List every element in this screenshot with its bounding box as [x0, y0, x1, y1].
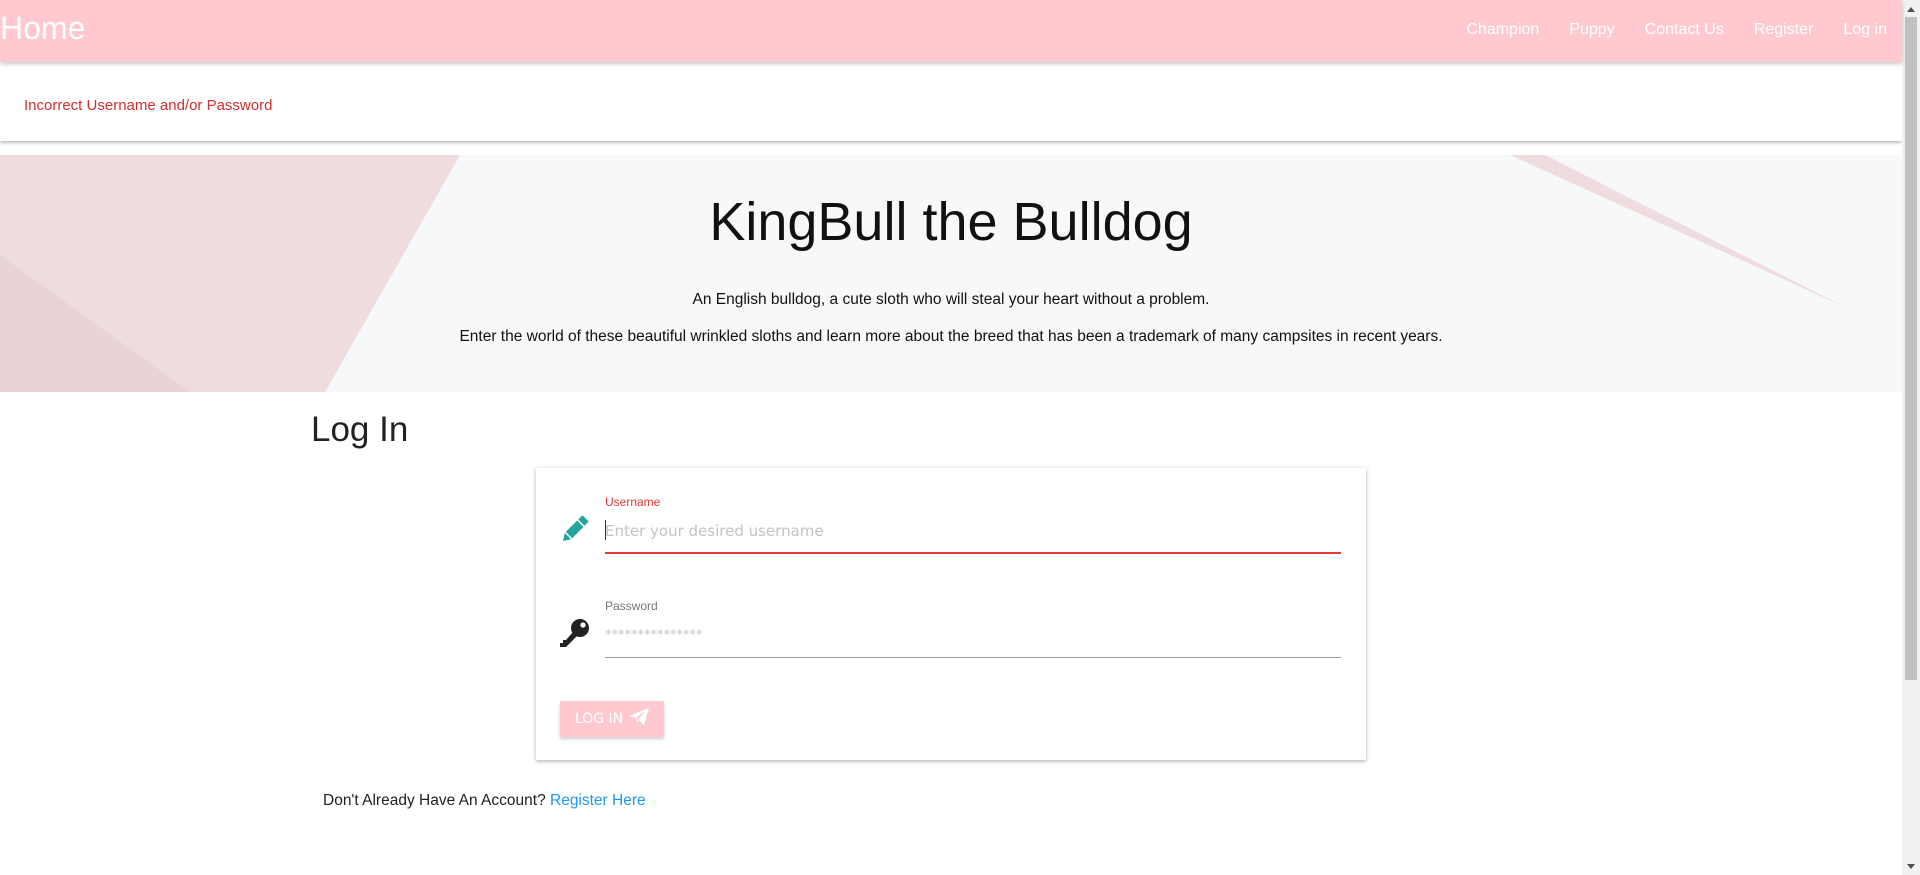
username-label: Username	[605, 495, 661, 509]
scroll-up-arrow-icon[interactable]	[1902, 0, 1920, 17]
register-prompt: Don't Already Have An Account?	[323, 792, 546, 809]
key-icon	[558, 616, 592, 655]
scroll-down-arrow-icon[interactable]	[1902, 858, 1920, 875]
nav-link-register[interactable]: Register	[1739, 0, 1829, 62]
login-form: Username Password Log in	[536, 468, 1366, 760]
username-underline	[605, 552, 1341, 554]
password-input[interactable]	[605, 622, 1341, 648]
pencil-icon	[558, 512, 592, 551]
login-button[interactable]: Log in	[560, 701, 664, 737]
nav-link-contact-us[interactable]: Contact Us	[1630, 0, 1739, 62]
hero-description: Enter the world of these beautiful wrink…	[459, 328, 1443, 345]
register-here-link[interactable]: Register Here	[550, 792, 646, 809]
login-title: Log In	[311, 410, 409, 449]
paper-plane-icon	[629, 708, 650, 730]
home-link[interactable]: Home	[0, 10, 85, 47]
login-button-label: Log in	[574, 711, 624, 727]
top-navbar: Home Champion Puppy Contact Us Register …	[0, 0, 1902, 62]
page: Home Champion Puppy Contact Us Register …	[0, 0, 1920, 875]
nav-link-puppy[interactable]: Puppy	[1554, 0, 1629, 62]
nav-links: Champion Puppy Contact Us Register Log i…	[1451, 0, 1902, 62]
nav-link-log-in[interactable]: Log in	[1828, 0, 1902, 62]
nav-link-champion[interactable]: Champion	[1451, 0, 1554, 62]
hero-banner: KingBull the Bulldog An English bulldog,…	[0, 155, 1902, 392]
hero-subtitle: An English bulldog, a cute sloth who wil…	[692, 291, 1210, 308]
error-message: Incorrect Username and/or Password	[24, 97, 273, 114]
password-underline	[605, 657, 1341, 658]
password-label: Password	[605, 599, 658, 613]
username-input[interactable]	[605, 518, 1341, 544]
vertical-scrollbar[interactable]	[1902, 0, 1920, 875]
hero-title: KingBull the Bulldog	[709, 192, 1193, 252]
scrollbar-thumb[interactable]	[1905, 17, 1917, 680]
register-prompt-line: Don't Already Have An Account? Register …	[323, 792, 646, 810]
error-alert: Incorrect Username and/or Password	[0, 69, 1902, 141]
